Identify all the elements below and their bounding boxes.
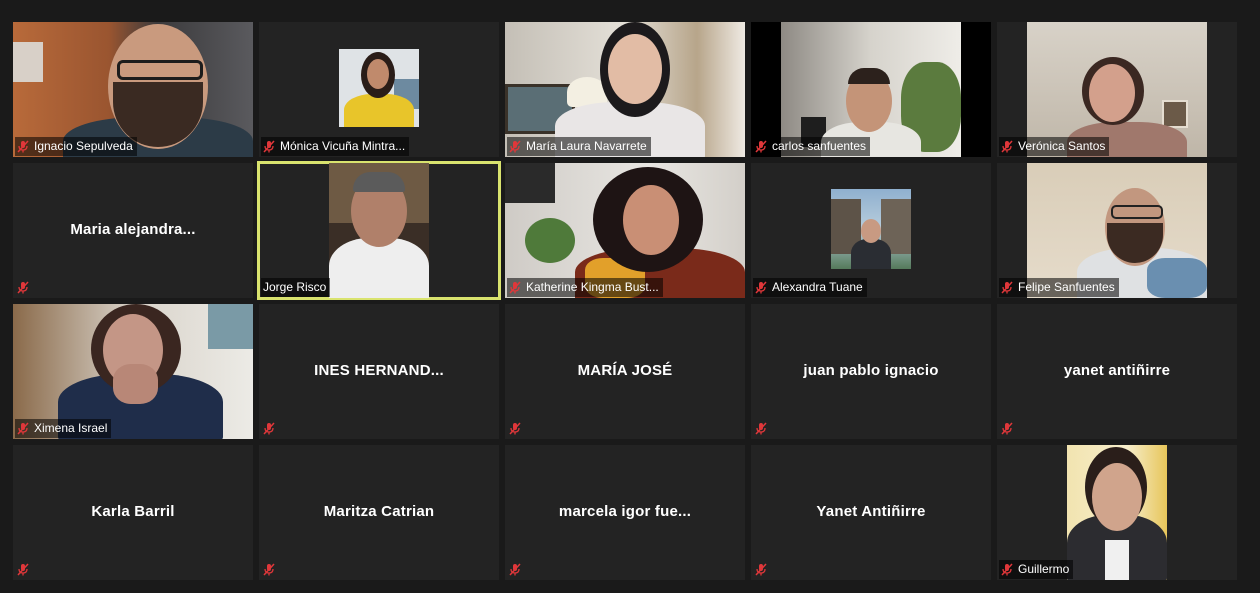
participant-name: Verónica Santos bbox=[1018, 139, 1106, 153]
mic-muted-icon bbox=[509, 422, 521, 435]
participant-tile[interactable]: Yanet Antiñirre bbox=[751, 445, 991, 580]
mic-muted-icon bbox=[263, 140, 275, 153]
participant-name: María Laura Navarrete bbox=[526, 139, 647, 153]
participant-display-name: Maritza Catrian bbox=[323, 503, 435, 520]
participant-name-label bbox=[753, 560, 776, 579]
participant-tile[interactable]: Felipe Sanfuentes bbox=[997, 163, 1237, 298]
participant-name-label: Alexandra Tuane bbox=[753, 278, 867, 297]
mic-muted-icon bbox=[1001, 563, 1013, 576]
participant-name: Ignacio Sepulveda bbox=[34, 139, 133, 153]
participant-display-name: INES HERNAND... bbox=[314, 362, 444, 379]
participant-tile[interactable]: María Laura Navarrete bbox=[505, 22, 745, 157]
participant-display-name: MARÍA JOSÉ bbox=[577, 362, 673, 379]
participant-name-label: carlos sanfuentes bbox=[753, 137, 871, 156]
mic-muted-icon bbox=[17, 281, 29, 294]
participant-tile[interactable]: Verónica Santos bbox=[997, 22, 1237, 157]
participant-name-label: Guillermo bbox=[999, 560, 1074, 579]
participant-name: Mónica Vicuña Mintra... bbox=[280, 139, 406, 153]
participant-tile[interactable]: marcela igor fue... bbox=[505, 445, 745, 580]
mic-muted-icon bbox=[755, 563, 767, 576]
mic-muted-icon bbox=[1001, 281, 1013, 294]
participant-name: Guillermo bbox=[1018, 562, 1070, 576]
participant-video bbox=[329, 163, 429, 298]
participant-tile[interactable]: juan pablo ignacio bbox=[751, 304, 991, 439]
participant-tile[interactable]: yanet antiñirre bbox=[997, 304, 1237, 439]
participant-name: Katherine Kingma Bust... bbox=[526, 280, 659, 294]
participant-tile[interactable]: Ximena Israel bbox=[13, 304, 253, 439]
participant-tile[interactable]: Alexandra Tuane bbox=[751, 163, 991, 298]
participant-display-name: juan pablo ignacio bbox=[803, 362, 939, 379]
participant-display-name: Maria alejandra... bbox=[70, 221, 196, 238]
participant-name-label: Jorge Risco bbox=[261, 278, 331, 297]
gallery-grid: Ignacio Sepulveda Mónica Vicuña Mintra..… bbox=[0, 0, 1260, 593]
participant-tile[interactable]: Maritza Catrian bbox=[259, 445, 499, 580]
participant-name-label: Katherine Kingma Bust... bbox=[507, 278, 663, 297]
participant-name: Alexandra Tuane bbox=[772, 280, 863, 294]
participant-display-name: Karla Barril bbox=[91, 503, 175, 520]
mic-muted-icon bbox=[509, 281, 521, 294]
participant-video bbox=[1067, 445, 1167, 580]
participant-display-name: Yanet Antiñirre bbox=[816, 503, 926, 520]
participant-name-label bbox=[261, 419, 284, 438]
participant-tile[interactable]: Katherine Kingma Bust... bbox=[505, 163, 745, 298]
participant-tile-active-speaker[interactable]: Jorge Risco bbox=[257, 161, 501, 300]
mic-muted-icon bbox=[755, 281, 767, 294]
participant-name-label bbox=[999, 419, 1022, 438]
participant-name-label: Ximena Israel bbox=[15, 419, 112, 438]
participant-video bbox=[831, 189, 911, 269]
mic-muted-icon bbox=[509, 140, 521, 153]
participant-tile[interactable]: Guillermo bbox=[997, 445, 1237, 580]
participant-tile[interactable]: Mónica Vicuña Mintra... bbox=[259, 22, 499, 157]
participant-name: carlos sanfuentes bbox=[772, 139, 867, 153]
participant-name-label bbox=[15, 278, 38, 297]
participant-name: Ximena Israel bbox=[34, 421, 108, 435]
mic-muted-icon bbox=[17, 563, 29, 576]
participant-tile[interactable]: MARÍA JOSÉ bbox=[505, 304, 745, 439]
mic-muted-icon bbox=[17, 422, 29, 435]
mic-muted-icon bbox=[1001, 140, 1013, 153]
participant-name: Jorge Risco bbox=[263, 280, 327, 294]
participant-name-label: Ignacio Sepulveda bbox=[15, 137, 137, 156]
participant-name-label: Mónica Vicuña Mintra... bbox=[261, 137, 410, 156]
participant-tile[interactable]: Karla Barril bbox=[13, 445, 253, 580]
participant-tile[interactable]: carlos sanfuentes bbox=[751, 22, 991, 157]
participant-video bbox=[339, 49, 419, 127]
participant-name-label: María Laura Navarrete bbox=[507, 137, 651, 156]
participant-name-label: Verónica Santos bbox=[999, 137, 1110, 156]
participant-display-name: marcela igor fue... bbox=[558, 503, 692, 520]
mic-muted-icon bbox=[755, 422, 767, 435]
mic-muted-icon bbox=[263, 422, 275, 435]
participant-tile[interactable]: Maria alejandra... bbox=[13, 163, 253, 298]
mic-muted-icon bbox=[755, 140, 767, 153]
participant-name-label bbox=[507, 419, 530, 438]
mic-muted-icon bbox=[509, 563, 521, 576]
participant-name-label bbox=[753, 419, 776, 438]
participant-tile[interactable]: Ignacio Sepulveda bbox=[13, 22, 253, 157]
participant-name-label bbox=[507, 560, 530, 579]
mic-muted-icon bbox=[17, 140, 29, 153]
participant-name-label bbox=[15, 560, 38, 579]
participant-name-label: Felipe Sanfuentes bbox=[999, 278, 1119, 297]
participant-name: Felipe Sanfuentes bbox=[1018, 280, 1115, 294]
mic-muted-icon bbox=[1001, 422, 1013, 435]
mic-muted-icon bbox=[263, 563, 275, 576]
participant-tile[interactable]: INES HERNAND... bbox=[259, 304, 499, 439]
participant-name-label bbox=[261, 560, 284, 579]
participant-display-name: yanet antiñirre bbox=[1063, 362, 1171, 379]
